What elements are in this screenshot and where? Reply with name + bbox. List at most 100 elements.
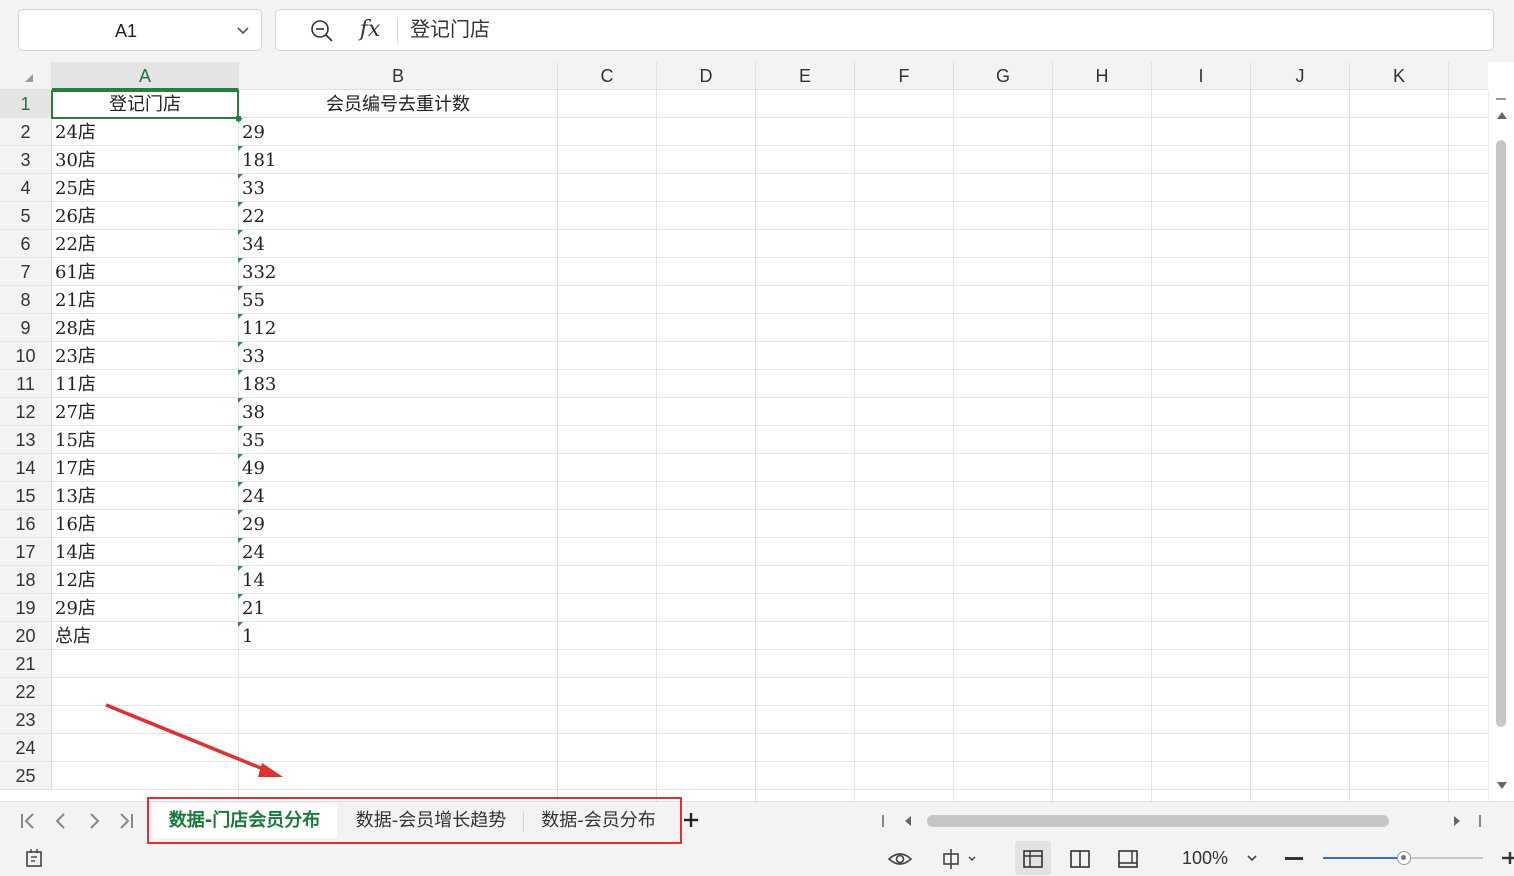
row-header[interactable]: 6 <box>0 230 51 258</box>
page-layout-view-icon[interactable] <box>1115 846 1141 872</box>
macro-icon[interactable] <box>22 846 48 872</box>
chevron-down-icon[interactable] <box>235 22 251 38</box>
zoom-icon[interactable] <box>309 18 335 44</box>
zoom-in-button[interactable] <box>1502 850 1514 866</box>
cell-member-count[interactable]: 33 <box>239 342 557 370</box>
prev-sheet-icon[interactable] <box>51 811 71 831</box>
zoom-out-button[interactable] <box>1285 857 1303 860</box>
horizontal-scroll-thumb[interactable] <box>927 815 1389 827</box>
plus-icon[interactable] <box>681 810 701 830</box>
row-header[interactable]: 9 <box>0 314 51 342</box>
cell-member-count[interactable]: 183 <box>239 370 557 398</box>
column-header-i[interactable]: I <box>1152 62 1251 90</box>
row-header[interactable]: 24 <box>0 734 51 762</box>
row-header[interactable]: 14 <box>0 454 51 482</box>
row-header[interactable]: 20 <box>0 622 51 650</box>
column-header-e[interactable]: E <box>756 62 855 90</box>
column-header-d[interactable]: D <box>657 62 756 90</box>
cell-a1[interactable]: 登记门店 <box>52 90 238 118</box>
column-header-b[interactable]: B <box>239 62 558 90</box>
scroll-up-icon[interactable] <box>1497 112 1507 119</box>
cell-store[interactable]: 25店 <box>52 174 238 202</box>
cell-store[interactable]: 28店 <box>52 314 238 342</box>
formula-input[interactable]: fx 登记门店 <box>275 9 1494 51</box>
scroll-split-handle[interactable] <box>1496 98 1506 100</box>
row-header[interactable]: 7 <box>0 258 51 286</box>
cell-store[interactable]: 29店 <box>52 594 238 622</box>
cell-member-count[interactable]: 22 <box>239 202 557 230</box>
column-header-a[interactable]: A <box>52 62 239 90</box>
sheet-tab-store-members[interactable]: 数据-门店会员分布 <box>152 804 337 838</box>
cell-store[interactable]: 30店 <box>52 146 238 174</box>
fill-handle[interactable] <box>236 116 241 121</box>
scroll-left-icon[interactable] <box>905 816 911 826</box>
row-header[interactable]: 10 <box>0 342 51 370</box>
cell-store[interactable]: 23店 <box>52 342 238 370</box>
cell-member-count[interactable]: 14 <box>239 566 557 594</box>
cell-store[interactable]: 27店 <box>52 398 238 426</box>
cell-store[interactable]: 12店 <box>52 566 238 594</box>
cell-member-count[interactable]: 1 <box>239 622 557 650</box>
cell-store[interactable]: 总店 <box>52 622 238 650</box>
cell-store[interactable]: 13店 <box>52 482 238 510</box>
cell-member-count[interactable]: 38 <box>239 398 557 426</box>
normal-view-icon[interactable] <box>1020 846 1046 872</box>
column-header-g[interactable]: G <box>954 62 1053 90</box>
cell-member-count[interactable]: 21 <box>239 594 557 622</box>
cell-store[interactable]: 21店 <box>52 286 238 314</box>
next-sheet-icon[interactable] <box>84 811 104 831</box>
cell-member-count[interactable]: 29 <box>239 118 557 146</box>
row-header[interactable]: 12 <box>0 398 51 426</box>
cell-member-count[interactable]: 55 <box>239 286 557 314</box>
column-header-f[interactable]: F <box>855 62 954 90</box>
zoom-slider-knob[interactable] <box>1397 851 1411 865</box>
row-header[interactable]: 22 <box>0 678 51 706</box>
cell-store[interactable]: 61店 <box>52 258 238 286</box>
row-header[interactable]: 8 <box>0 286 51 314</box>
cell-member-count[interactable]: 24 <box>239 538 557 566</box>
cell-member-count[interactable]: 332 <box>239 258 557 286</box>
sheet-tab-member-growth[interactable]: 数据-会员增长趋势 <box>340 804 522 838</box>
cell-store[interactable]: 16店 <box>52 510 238 538</box>
vertical-scroll-thumb[interactable] <box>1496 140 1506 727</box>
cell-store[interactable]: 11店 <box>52 370 238 398</box>
cell-member-count[interactable]: 181 <box>239 146 557 174</box>
row-header[interactable]: 15 <box>0 482 51 510</box>
row-header[interactable]: 2 <box>0 118 51 146</box>
cell-store[interactable]: 14店 <box>52 538 238 566</box>
formula-value[interactable]: 登记门店 <box>410 10 490 50</box>
focus-icon[interactable] <box>940 846 980 872</box>
select-all-corner[interactable] <box>0 62 52 90</box>
column-header-h[interactable]: H <box>1053 62 1152 90</box>
hscroll-split-handle[interactable] <box>882 815 884 827</box>
row-header[interactable]: 23 <box>0 706 51 734</box>
cell-member-count[interactable]: 35 <box>239 426 557 454</box>
vertical-scrollbar[interactable] <box>1488 90 1514 801</box>
scroll-down-icon[interactable] <box>1497 782 1507 789</box>
row-header[interactable]: 18 <box>0 566 51 594</box>
scroll-right-icon[interactable] <box>1454 816 1460 826</box>
zoom-slider-fill[interactable] <box>1323 857 1403 859</box>
page-break-view-icon[interactable] <box>1067 846 1093 872</box>
insert-function-button[interactable]: fx <box>356 16 384 44</box>
cell-store[interactable]: 17店 <box>52 454 238 482</box>
column-header-c[interactable]: C <box>558 62 657 90</box>
column-header-k[interactable]: K <box>1350 62 1449 90</box>
cell-member-count[interactable]: 24 <box>239 482 557 510</box>
chevron-down-icon[interactable] <box>1245 851 1259 865</box>
cell-member-count[interactable]: 49 <box>239 454 557 482</box>
sheet-tab-member-distribution[interactable]: 数据-会员分布 <box>526 804 671 838</box>
row-header[interactable]: 17 <box>0 538 51 566</box>
row-header[interactable]: 13 <box>0 426 51 454</box>
row-header[interactable]: 11 <box>0 370 51 398</box>
row-header[interactable]: 4 <box>0 174 51 202</box>
first-sheet-icon[interactable] <box>18 811 38 831</box>
cell-member-count[interactable]: 33 <box>239 174 557 202</box>
cell-member-count[interactable]: 34 <box>239 230 557 258</box>
row-header[interactable]: 5 <box>0 202 51 230</box>
cell-member-count[interactable]: 112 <box>239 314 557 342</box>
eye-icon[interactable] <box>887 846 913 872</box>
cell-b1[interactable]: 会员编号去重计数 <box>239 90 557 118</box>
cell-store[interactable]: 22店 <box>52 230 238 258</box>
last-sheet-icon[interactable] <box>116 811 136 831</box>
